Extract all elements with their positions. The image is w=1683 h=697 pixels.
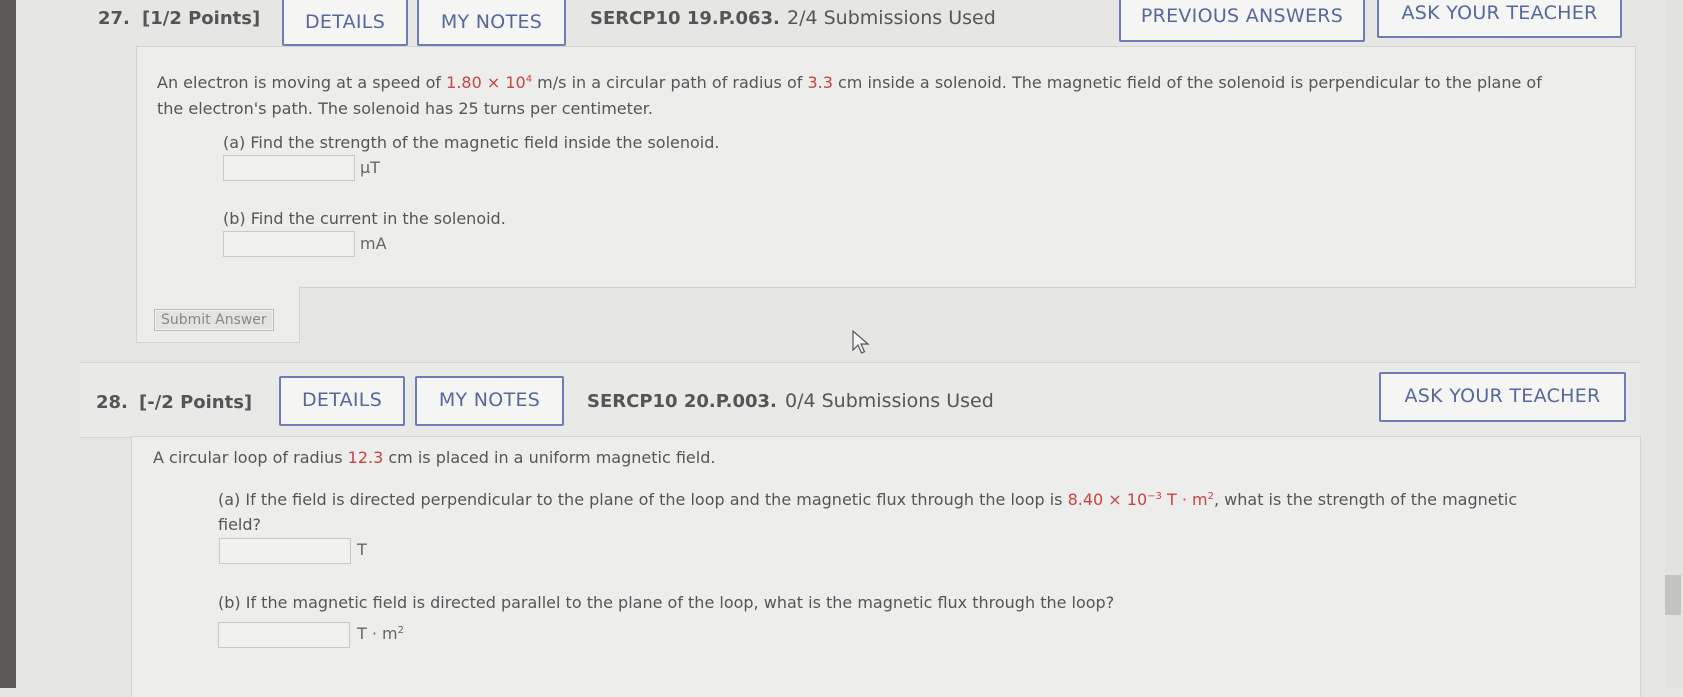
- q27-submissions-used: 2/4 Submissions Used: [787, 7, 996, 29]
- scrollbar-thumb[interactable]: [1665, 575, 1681, 615]
- q28-points: [-/2 Points]: [139, 392, 253, 413]
- q28-part-a-prompt-cont: field?: [218, 515, 262, 534]
- q27-submit-answer-button[interactable]: Submit Answer: [154, 309, 274, 331]
- q27-my-notes-button[interactable]: MY NOTES: [417, 0, 566, 46]
- q27-part-b-prompt: (b) Find the current in the solenoid.: [223, 209, 506, 228]
- q27-part-a-answer-input[interactable]: [223, 155, 355, 181]
- q28-submissions-used: 0/4 Submissions Used: [785, 390, 994, 412]
- q28-number: 28.: [96, 392, 128, 413]
- q27-ask-teacher-button[interactable]: ASK YOUR TEACHER: [1377, 0, 1622, 38]
- q27-part-b-answer-input[interactable]: [223, 231, 355, 257]
- q27-speed-value: 1.80 × 104: [446, 73, 533, 92]
- window-left-edge: [0, 0, 16, 688]
- q27-part-a-prompt: (a) Find the strength of the magnetic fi…: [223, 133, 720, 152]
- q27-part-a-unit: μT: [360, 158, 380, 177]
- q27-part-b-unit: mA: [360, 234, 387, 253]
- q28-part-a-unit: T: [357, 540, 367, 559]
- q28-details-button[interactable]: DETAILS: [279, 376, 405, 426]
- q28-my-notes-button[interactable]: MY NOTES: [415, 376, 564, 426]
- q27-details-button[interactable]: DETAILS: [282, 0, 408, 46]
- q28-part-a-answer-input[interactable]: [219, 538, 351, 564]
- q27-radius-value: 3.3: [807, 73, 833, 92]
- q28-ask-teacher-button[interactable]: ASK YOUR TEACHER: [1379, 372, 1626, 422]
- q28-assignment-code: SERCP10 20.P.003.: [587, 391, 777, 412]
- q28-part-a-prompt: (a) If the field is directed perpendicul…: [218, 490, 1518, 509]
- q28-question-panel: [131, 436, 1641, 697]
- q28-text-intro: A circular loop of radius 12.3 cm is pla…: [153, 448, 716, 467]
- q27-text-line1: An electron is moving at a speed of 1.80…: [157, 73, 1542, 92]
- q28-part-b-unit: T · m2: [357, 624, 404, 643]
- q28-flux-value: 8.40 × 10−3 T · m2: [1067, 490, 1214, 509]
- q28-radius-value: 12.3: [347, 448, 384, 467]
- q27-text-line2: the electron's path. The solenoid has 25…: [157, 99, 653, 118]
- mouse-cursor-icon: [852, 330, 870, 354]
- q27-previous-answers-button[interactable]: PREVIOUS ANSWERS: [1119, 0, 1365, 42]
- q27-points: [1/2 Points]: [142, 8, 261, 29]
- q27-assignment-code: SERCP10 19.P.063.: [590, 8, 780, 29]
- q28-part-b-answer-input[interactable]: [218, 622, 350, 648]
- q28-part-b-prompt: (b) If the magnetic field is directed pa…: [218, 593, 1115, 612]
- q27-number: 27.: [98, 8, 130, 29]
